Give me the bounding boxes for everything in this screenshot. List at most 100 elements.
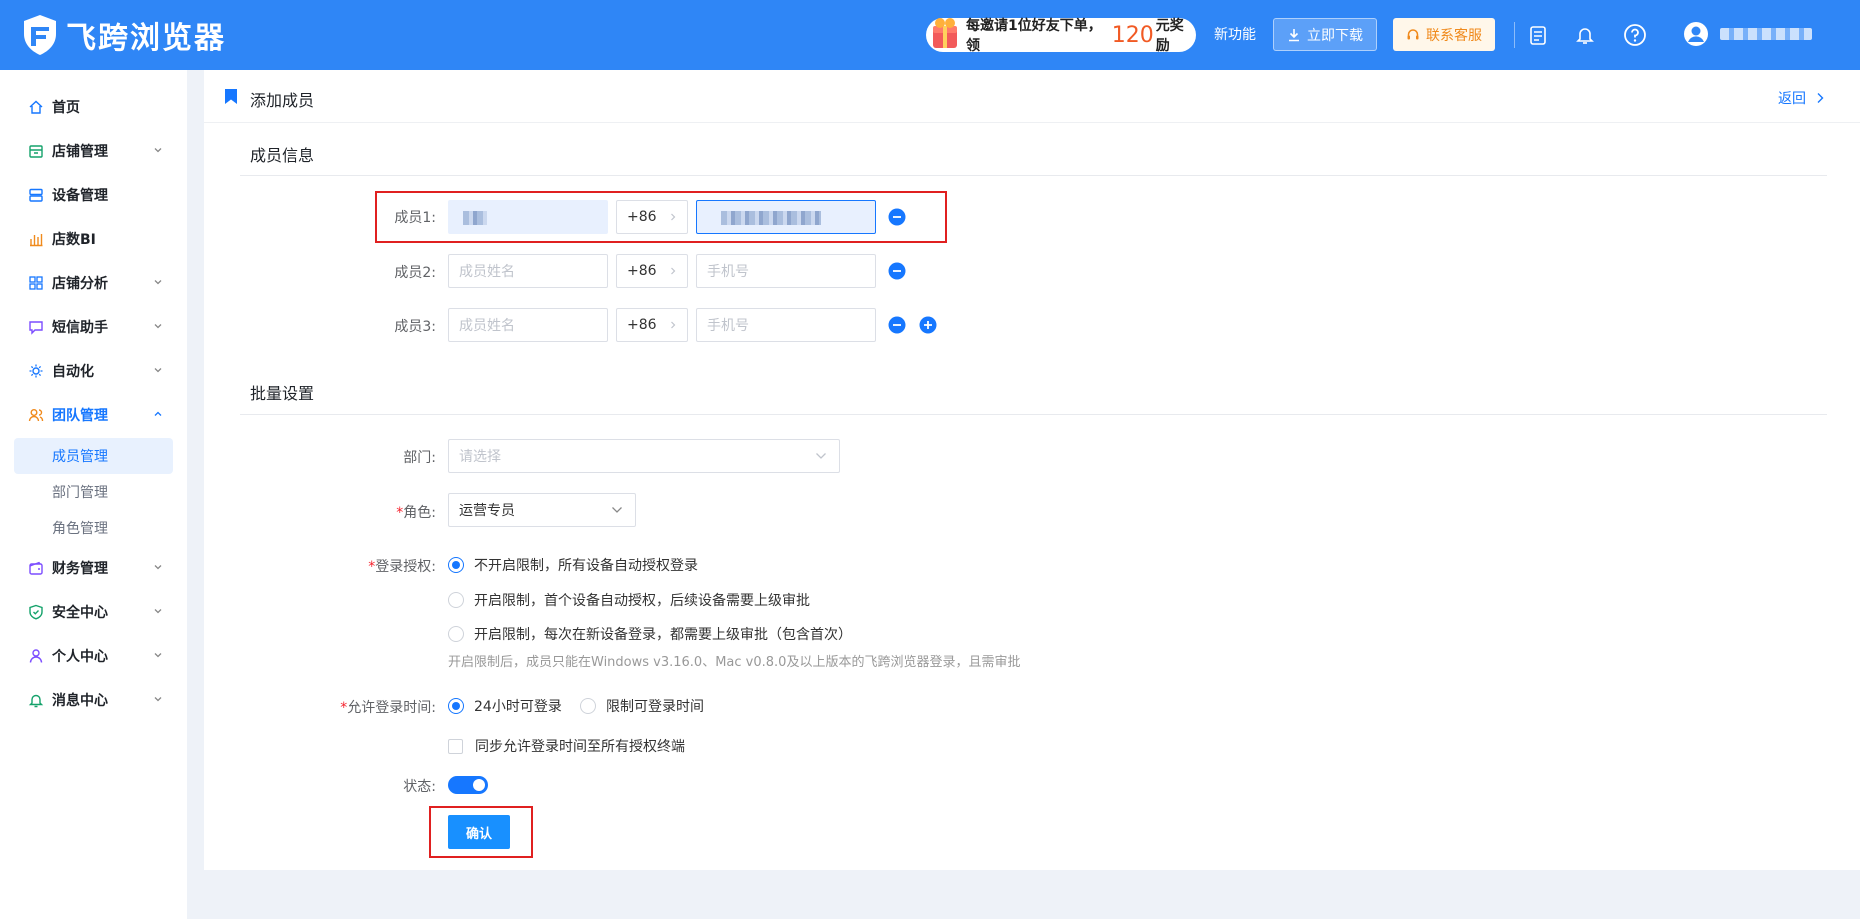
sidebar-item-team[interactable]: 团队管理 xyxy=(0,393,187,437)
auth-option-2[interactable]: 开启限制，首个设备自动授权，后续设备需要上级审批 xyxy=(448,590,810,610)
section-title-batch: 批量设置 xyxy=(250,384,315,403)
time-option-24h[interactable]: 24小时可登录 xyxy=(448,696,562,716)
member-1-name-input[interactable] xyxy=(448,200,608,234)
sidebar-item-messages[interactable]: 消息中心 xyxy=(0,678,187,722)
contact-support-button[interactable]: 联系客服 xyxy=(1393,18,1495,51)
radio-unchecked[interactable] xyxy=(580,698,596,714)
time-option-limited[interactable]: 限制可登录时间 xyxy=(580,696,704,716)
sidebar-subitem-departments[interactable]: 部门管理 xyxy=(14,474,173,510)
sidebar-item-security[interactable]: 安全中心 xyxy=(0,590,187,634)
radio-checked[interactable] xyxy=(448,698,464,714)
member-1-phone-input[interactable] xyxy=(696,200,876,234)
remove-member-3-button[interactable] xyxy=(888,316,906,334)
sidebar-item-home[interactable]: 首页 xyxy=(0,85,187,129)
member-3-phone-input[interactable]: 手机号 xyxy=(696,308,876,342)
auth-option-3[interactable]: 开启限制，每次在新设备登录，都需要上级审批（包含首次） xyxy=(448,624,852,644)
remove-member-1-button[interactable] xyxy=(888,208,906,226)
sync-time-checkbox[interactable] xyxy=(448,738,463,754)
chevron-right-icon xyxy=(671,321,676,329)
auth-hint: 开启限制后，成员只能在Windows v3.16.0、Mac v0.8.0及以上… xyxy=(448,655,1021,670)
wallet-icon xyxy=(29,561,43,575)
team-icon xyxy=(28,409,44,422)
chevron-right-icon xyxy=(671,267,676,275)
username-redacted[interactable] xyxy=(1720,28,1812,40)
radio-unchecked[interactable] xyxy=(448,626,464,642)
phone-placeholder: 手机号 xyxy=(707,264,749,280)
sidebar-item-device[interactable]: 设备管理 xyxy=(0,173,187,217)
sidebar: 首页 店铺管理 设备管理 店数BI 店铺分析 短信助手 自动化 团队管理 成员管… xyxy=(0,70,187,919)
status-toggle[interactable] xyxy=(448,776,488,794)
sidebar-item-analysis[interactable]: 店铺分析 xyxy=(0,261,187,305)
sidebar-item-bi[interactable]: 店数BI xyxy=(0,217,187,261)
chevron-right-icon xyxy=(671,213,676,221)
chevron-down-icon xyxy=(816,453,826,459)
sidebar-item-label: 团队管理 xyxy=(52,408,108,424)
confirm-button[interactable]: 确认 xyxy=(448,815,510,849)
member-2-name-input[interactable]: 成员姓名 xyxy=(448,254,608,288)
auth-option-label: 开启限制，首个设备自动授权，后续设备需要上级审批 xyxy=(474,593,810,609)
role-value: 运营专员 xyxy=(459,503,515,519)
add-member-button[interactable] xyxy=(919,316,937,334)
chevron-down-icon xyxy=(154,653,162,658)
help-icon[interactable] xyxy=(1622,22,1648,48)
sidebar-item-finance[interactable]: 财务管理 xyxy=(0,546,187,590)
download-button[interactable]: 立即下载 xyxy=(1273,18,1377,51)
sidebar-item-label: 设备管理 xyxy=(52,188,108,204)
sidebar-item-label: 短信助手 xyxy=(52,320,108,336)
sidebar-item-label: 店铺分析 xyxy=(52,276,108,292)
member-1-label: 成员1: xyxy=(394,210,436,226)
sidebar-item-personal[interactable]: 个人中心 xyxy=(0,634,187,678)
user-avatar-icon[interactable] xyxy=(1683,21,1709,47)
sidebar-item-automation[interactable]: 自动化 xyxy=(0,349,187,393)
sidebar-item-label: 个人中心 xyxy=(52,649,108,665)
sidebar-item-label: 财务管理 xyxy=(52,561,108,577)
doc-icon[interactable] xyxy=(1525,22,1551,48)
new-feature-link[interactable]: 新功能 xyxy=(1214,24,1256,44)
person-icon xyxy=(29,649,43,663)
sidebar-subitem-roles[interactable]: 角色管理 xyxy=(14,510,173,546)
sidebar-item-label: 首页 xyxy=(52,100,80,116)
member-2-country-code[interactable]: +86 xyxy=(616,254,688,288)
promo-text-pre: 每邀请1位好友下单，领 xyxy=(966,18,1102,54)
chevron-down-icon xyxy=(612,507,622,513)
chevron-down-icon xyxy=(154,280,162,285)
sidebar-item-label: 自动化 xyxy=(52,364,94,380)
time-option-label: 24小时可登录 xyxy=(474,699,562,715)
auth-option-1[interactable]: 不开启限制，所有设备自动授权登录 xyxy=(448,555,698,575)
back-link[interactable]: 返回 xyxy=(1778,88,1824,108)
sync-time-checkbox-row[interactable]: 同步允许登录时间至所有授权终端 xyxy=(448,736,685,756)
name-placeholder: 成员姓名 xyxy=(459,318,515,334)
page-title: 添加成员 xyxy=(250,91,315,110)
role-select[interactable]: 运营专员 xyxy=(448,493,636,527)
department-label: 部门: xyxy=(403,450,436,466)
sidebar-subitem-members[interactable]: 成员管理 xyxy=(14,438,173,474)
member-1-country-code[interactable]: +86 xyxy=(616,200,688,234)
brand-logo[interactable]: 飞跨浏览器 xyxy=(22,14,226,56)
page-header: 添加成员 返回 xyxy=(204,70,1860,123)
download-label: 立即下载 xyxy=(1307,27,1363,44)
bell-icon[interactable] xyxy=(1572,22,1598,48)
chevron-down-icon xyxy=(154,609,162,614)
country-code-value: +86 xyxy=(627,209,657,225)
chevron-down-icon xyxy=(154,565,162,570)
sidebar-item-sms[interactable]: 短信助手 xyxy=(0,305,187,349)
sidebar-item-label: 安全中心 xyxy=(52,605,108,621)
radio-unchecked[interactable] xyxy=(448,592,464,608)
sync-time-label: 同步允许登录时间至所有授权终端 xyxy=(475,739,685,755)
radio-checked[interactable] xyxy=(448,557,464,573)
support-label: 联系客服 xyxy=(1426,27,1482,44)
department-select[interactable]: 请选择 xyxy=(448,439,840,473)
remove-member-2-button[interactable] xyxy=(888,262,906,280)
member-3-name-input[interactable]: 成员姓名 xyxy=(448,308,608,342)
sidebar-item-store[interactable]: 店铺管理 xyxy=(0,129,187,173)
invite-promo-banner[interactable]: 每邀请1位好友下单，领 120 元奖励 xyxy=(926,18,1196,54)
message-icon xyxy=(29,321,43,335)
member-3-country-code[interactable]: +86 xyxy=(616,308,688,342)
country-code-value: +86 xyxy=(627,263,657,279)
divider xyxy=(240,414,1827,415)
member-2-phone-input[interactable]: 手机号 xyxy=(696,254,876,288)
store-icon xyxy=(29,145,43,158)
shield-icon xyxy=(29,604,43,620)
name-placeholder: 成员姓名 xyxy=(459,264,515,280)
chevron-down-icon xyxy=(154,324,162,329)
